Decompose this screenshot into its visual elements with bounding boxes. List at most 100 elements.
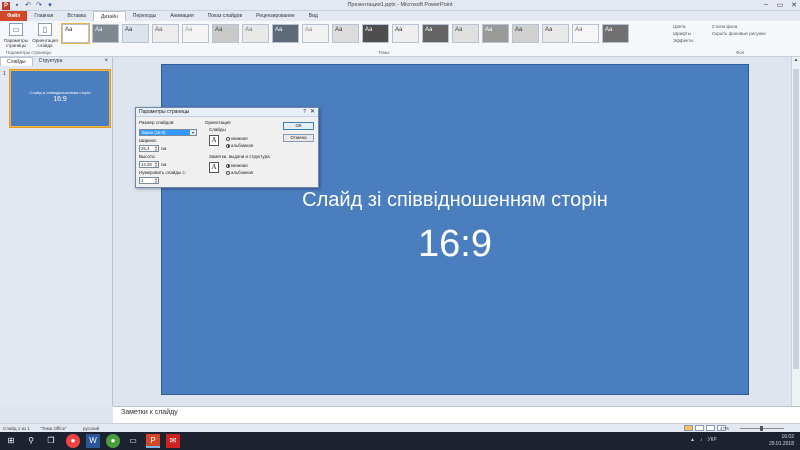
tab-home[interactable]: Главная xyxy=(27,11,60,21)
word-icon[interactable]: W xyxy=(86,434,100,448)
hide-bg-graphics-checkbox[interactable]: Скрыть фоновые рисунки xyxy=(712,30,766,37)
tab-insert[interactable]: Вставка xyxy=(60,11,93,21)
theme-thumbnail[interactable]: Aa xyxy=(602,24,629,43)
width-unit: см xyxy=(161,146,167,151)
width-label: Ширина: xyxy=(139,138,157,143)
volume-icon[interactable]: ♪ xyxy=(700,437,703,443)
tab-file[interactable]: Файл xyxy=(0,11,28,21)
close-pane-icon[interactable]: × xyxy=(104,58,108,64)
landscape-label: альбомная xyxy=(231,143,254,148)
theme-thumbnail[interactable]: Aa xyxy=(362,24,389,43)
tab-review[interactable]: Рецензирование xyxy=(249,11,302,21)
height-value: 14,29 xyxy=(141,162,152,167)
height-spinner[interactable]: ▴ ▾ xyxy=(154,162,158,167)
close-button[interactable]: ✕ xyxy=(790,1,798,9)
height-field[interactable]: 14,29 ▴ ▾ xyxy=(139,161,159,168)
theme-thumbnail[interactable]: Aa xyxy=(422,24,449,43)
orientation-button[interactable]: ▯ Ориентация слайда xyxy=(31,23,59,48)
height-unit: см xyxy=(161,162,167,167)
theme-thumbnail[interactable]: Aa xyxy=(512,24,539,43)
chrome-icon[interactable]: ● xyxy=(66,434,80,448)
theme-thumbnail[interactable]: Aa xyxy=(452,24,479,43)
reading-view-button[interactable] xyxy=(706,425,715,431)
cancel-button[interactable]: Отмена xyxy=(283,134,314,142)
notes-placeholder: Заметки к слайду xyxy=(121,409,178,416)
window-title: Презентация1.pptx - Microsoft PowerPoint xyxy=(347,2,453,8)
zoom-level[interactable]: 47% xyxy=(720,426,729,431)
effects-button[interactable]: Эффекты xyxy=(673,37,693,44)
page-setup-button[interactable]: ▭ Параметры страницы xyxy=(2,23,30,48)
dialog-close-icon[interactable]: ✕ xyxy=(310,108,315,115)
page-setup-label: Параметры страницы xyxy=(4,38,28,48)
mail-icon[interactable]: ✉ xyxy=(166,434,180,448)
notes-landscape-radio[interactable]: альбомная xyxy=(226,170,253,175)
help-icon[interactable]: ? xyxy=(303,109,306,115)
theme-thumbnail[interactable]: Aa xyxy=(302,24,329,43)
theme-thumbnail[interactable]: Aa xyxy=(122,24,149,43)
theme-thumbnail[interactable]: Aa xyxy=(182,24,209,43)
slide-number: 1 xyxy=(3,71,6,77)
thumbnail-subtitle: 16:9 xyxy=(53,96,67,103)
sorter-view-button[interactable] xyxy=(695,425,704,431)
browser-icon[interactable]: ● xyxy=(106,434,120,448)
slides-landscape-radio[interactable]: альбомная xyxy=(226,143,253,148)
tab-transitions[interactable]: Переходы xyxy=(126,11,163,21)
slide-title[interactable]: Слайд зі співвідношенням сторін xyxy=(162,189,748,212)
ribbon-tabs: Файл Главная Вставка Дизайн Переходы Ани… xyxy=(0,11,800,21)
tab-slides[interactable]: Слайды xyxy=(0,57,33,66)
theme-thumbnail[interactable]: Aa xyxy=(272,24,299,43)
tab-view[interactable]: Вид xyxy=(302,11,325,21)
scroll-thumb[interactable] xyxy=(793,69,799,369)
zoom-slider-handle[interactable] xyxy=(760,426,763,431)
theme-thumbnail[interactable]: Aa xyxy=(92,24,119,43)
theme-thumbnail[interactable]: Aa xyxy=(242,24,269,43)
minimize-button[interactable]: ‒ xyxy=(762,1,770,9)
width-field[interactable]: 25,4 ▴ ▾ xyxy=(139,145,159,152)
folder-icon[interactable]: ▭ xyxy=(126,434,140,448)
background-styles-button[interactable]: Стили фона xyxy=(712,23,766,30)
theme-thumbnail[interactable]: Aa xyxy=(212,24,239,43)
width-spinner[interactable]: ▴ ▾ xyxy=(154,146,158,151)
theme-thumbnail[interactable]: Aa xyxy=(332,24,359,43)
slide-subtitle[interactable]: 16:9 xyxy=(162,223,748,266)
page-setup-dialog: Параметры страницы ? ✕ Размер слайдов: Э… xyxy=(135,107,319,188)
normal-view-button[interactable] xyxy=(684,425,693,431)
group-label-background: Фон xyxy=(736,50,745,55)
notes-pane[interactable]: Заметки к слайду xyxy=(113,406,800,423)
numbering-field[interactable]: 1 ▴ ▾ xyxy=(139,177,159,184)
slides-orientation-label: Слайды xyxy=(209,127,226,132)
theme-thumbnail[interactable]: Aa xyxy=(572,24,599,43)
task-view-icon[interactable]: ❐ xyxy=(44,434,58,448)
vertical-scrollbar[interactable]: ▲ xyxy=(791,57,800,406)
search-icon[interactable]: ⚲ xyxy=(24,434,38,448)
fonts-button[interactable]: Шрифты xyxy=(673,30,693,37)
chevron-down-icon[interactable]: ▾ xyxy=(190,130,196,135)
zoom-slider[interactable] xyxy=(740,426,784,431)
windows-start-icon[interactable]: ⊞ xyxy=(4,434,18,448)
scroll-up-icon[interactable]: ▲ xyxy=(792,57,800,63)
maximize-button[interactable]: ▭ xyxy=(776,1,784,9)
title-bar: P ▪ ↶ ↷ ▾ Презентация1.pptx - Microsoft … xyxy=(0,0,800,11)
ok-button[interactable]: ОК xyxy=(283,122,314,130)
slide-thumbnail[interactable]: Слайд зі співвідношенням сторін 16:9 xyxy=(9,69,111,128)
tab-outline[interactable]: Структура xyxy=(33,57,69,66)
tab-slideshow[interactable]: Показ слайдов xyxy=(201,11,249,21)
theme-thumbnail[interactable]: Aa xyxy=(392,24,419,43)
colors-button[interactable]: Цвета xyxy=(673,23,693,30)
theme-thumbnail[interactable]: Aa xyxy=(482,24,509,43)
tab-design[interactable]: Дизайн xyxy=(92,11,126,21)
numbering-spinner[interactable]: ▴ ▾ xyxy=(154,178,158,183)
theme-thumbnail[interactable]: Aa xyxy=(542,24,569,43)
theme-thumbnail[interactable]: Aa xyxy=(61,23,90,44)
language-indicator[interactable]: русский xyxy=(83,426,99,431)
slide-size-select[interactable]: Экран (16:9) ▾ xyxy=(139,129,197,136)
network-icon[interactable]: ▲ xyxy=(690,437,695,443)
ribbon: ▭ Параметры страницы ▯ Ориентация слайда… xyxy=(0,21,800,57)
tray-language[interactable]: УКР xyxy=(707,437,716,443)
notes-portrait-radio[interactable]: книжная xyxy=(226,163,248,168)
clock[interactable]: 16:02 29.01.2018 xyxy=(769,434,794,448)
tab-animation[interactable]: Анимация xyxy=(163,11,200,21)
theme-thumbnail[interactable]: Aa xyxy=(152,24,179,43)
slides-portrait-radio[interactable]: книжная xyxy=(226,136,248,141)
powerpoint-taskbar-icon[interactable]: P xyxy=(146,434,160,448)
